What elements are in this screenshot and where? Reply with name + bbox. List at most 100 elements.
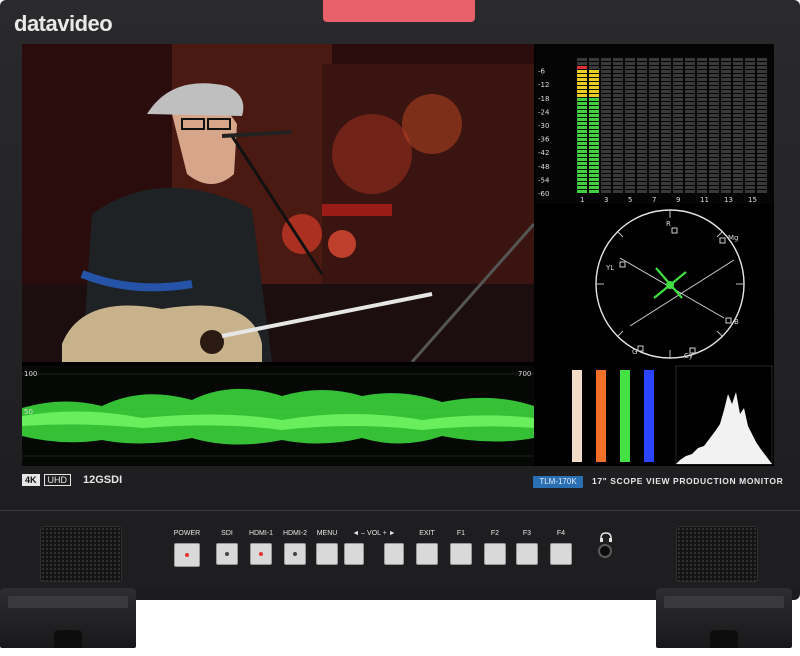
f1-button[interactable]: [450, 543, 472, 565]
meter-segment: [661, 98, 671, 101]
meter-level-segment: [577, 190, 587, 193]
menu-button[interactable]: [316, 543, 338, 565]
brand-logo: datavideo: [14, 11, 113, 36]
video-preview: [22, 44, 534, 362]
meter-segment: [649, 58, 659, 61]
meter-segment: [685, 82, 695, 85]
headphone-jack[interactable]: [598, 544, 612, 558]
volume-up-button[interactable]: [384, 543, 404, 565]
rgb-parade-graph: [572, 370, 654, 462]
hdmi2-label: HDMI-2: [282, 530, 308, 537]
meter-level-segment: [577, 150, 587, 153]
meter-segment: [637, 178, 647, 181]
meter-segment: [757, 78, 767, 81]
meter-segment: [757, 134, 767, 137]
meter-segment: [673, 190, 683, 193]
meter-segment: [709, 190, 719, 193]
f2-button[interactable]: [484, 543, 506, 565]
meter-segment: [745, 186, 755, 189]
meter-segment: [601, 58, 611, 61]
waveform-label-top-right: 700: [518, 370, 531, 378]
meter-segment: [613, 70, 623, 73]
meter-segment: [745, 78, 755, 81]
stand-foot-left: [0, 588, 136, 648]
meter-segment: [637, 98, 647, 101]
meter-segment: [733, 178, 743, 181]
meter-segment: [733, 94, 743, 97]
meter-segment: [685, 178, 695, 181]
hdmi1-button[interactable]: [250, 543, 272, 565]
meter-segment: [697, 118, 707, 121]
meter-segment: [685, 182, 695, 185]
meter-segment: [601, 170, 611, 173]
meter-segment: [673, 142, 683, 145]
audio-meter-graph: -6-12-18-24-30-36-42-48-54-601 3 5 7 9 11 13 15: [538, 58, 767, 204]
meter-segment: [685, 150, 695, 153]
meter-segment: [757, 146, 767, 149]
meter-segment: [625, 70, 635, 73]
meter-segment: [649, 166, 659, 169]
sdi-button[interactable]: [216, 543, 238, 565]
meter-segment: [625, 178, 635, 181]
meter-segment: [637, 102, 647, 105]
meter-segment: [685, 98, 695, 101]
meter-segment: [721, 82, 731, 85]
f4-button[interactable]: [550, 543, 572, 565]
meter-segment: [721, 142, 731, 145]
exit-button[interactable]: [416, 543, 438, 565]
meter-segment: [721, 146, 731, 149]
meter-level-segment: [589, 162, 599, 165]
meter-level-segment: [589, 174, 599, 177]
meter-segment: [601, 70, 611, 73]
meter-segment: [721, 58, 731, 61]
volume-down-button[interactable]: [344, 543, 364, 565]
meter-level-segment: [577, 106, 587, 109]
meter-segment: [613, 86, 623, 89]
meter-segment: [613, 110, 623, 113]
meter-segment: [709, 70, 719, 73]
hdmi2-button[interactable]: [284, 543, 306, 565]
meter-segment: [661, 182, 671, 185]
meter-segment: [721, 134, 731, 137]
meter-segment: [637, 122, 647, 125]
vectorscope: R Mg YL B G Cy: [536, 206, 774, 362]
meter-segment: [673, 186, 683, 189]
meter-segment: [649, 118, 659, 121]
meter-segment: [637, 182, 647, 185]
meter-segment: [685, 134, 695, 137]
hdmi2-control: HDMI-2: [278, 530, 312, 565]
meter-segment: [601, 130, 611, 133]
meter-segment: [757, 62, 767, 65]
meter-level-segment: [577, 170, 587, 173]
meter-segment: [673, 178, 683, 181]
meter-segment: [673, 182, 683, 185]
meter-level-segment: [577, 142, 587, 145]
meter-segment: [733, 182, 743, 185]
meter-segment: [721, 70, 731, 73]
meter-scale-label: -36: [538, 136, 550, 144]
meter-segment: [637, 74, 647, 77]
meter-level-segment: [589, 110, 599, 113]
meter-segment: [625, 186, 635, 189]
meter-segment: [661, 178, 671, 181]
meter-segment: [661, 110, 671, 113]
meter-segment: [709, 90, 719, 93]
meter-segment: [685, 118, 695, 121]
meter-segment: [637, 130, 647, 133]
meter-segment: [649, 110, 659, 113]
meter-segment: [673, 114, 683, 117]
meter-segment: [709, 74, 719, 77]
meter-segment: [661, 186, 671, 189]
meter-segment: [709, 118, 719, 121]
meter-level-segment: [589, 142, 599, 145]
f3-button[interactable]: [516, 543, 538, 565]
meter-segment: [685, 94, 695, 97]
model-badge: TLM-170K: [533, 476, 583, 488]
meter-level-segment: [577, 182, 587, 185]
meter-segment: [601, 158, 611, 161]
meter-segment: [661, 114, 671, 117]
meter-segment: [613, 58, 623, 61]
power-button[interactable]: [174, 543, 200, 567]
hdmi1-led: [259, 552, 263, 556]
meter-segment: [613, 130, 623, 133]
